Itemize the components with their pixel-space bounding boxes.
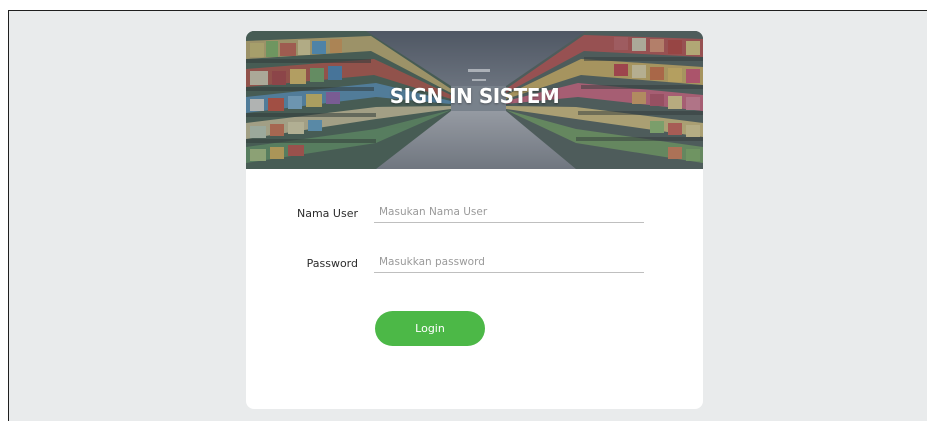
- login-card: SIGN IN SISTEM Nama User Password Login: [246, 31, 703, 409]
- username-label: Nama User: [297, 207, 358, 220]
- username-input[interactable]: [374, 201, 644, 223]
- password-label: Password: [306, 257, 358, 270]
- login-button[interactable]: Login: [375, 311, 485, 346]
- password-input[interactable]: [374, 251, 644, 273]
- header-banner: SIGN IN SISTEM: [246, 31, 703, 169]
- page-background: SIGN IN SISTEM Nama User Password Login: [8, 10, 927, 421]
- page-title: SIGN IN SISTEM: [389, 84, 560, 108]
